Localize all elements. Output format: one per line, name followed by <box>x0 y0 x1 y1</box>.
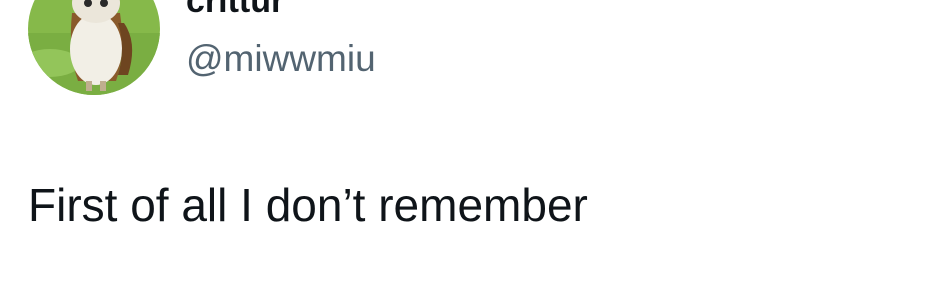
author-display-name[interactable]: crittur <box>186 0 284 18</box>
tweet-card: crittur @miwwmiu First of all I don’t re… <box>0 0 925 308</box>
owl-avatar-icon <box>28 0 160 95</box>
tweet-text: First of all I don’t remember <box>28 179 588 231</box>
author-handle[interactable]: @miwwmiu <box>186 40 376 77</box>
author-avatar[interactable] <box>28 0 160 95</box>
